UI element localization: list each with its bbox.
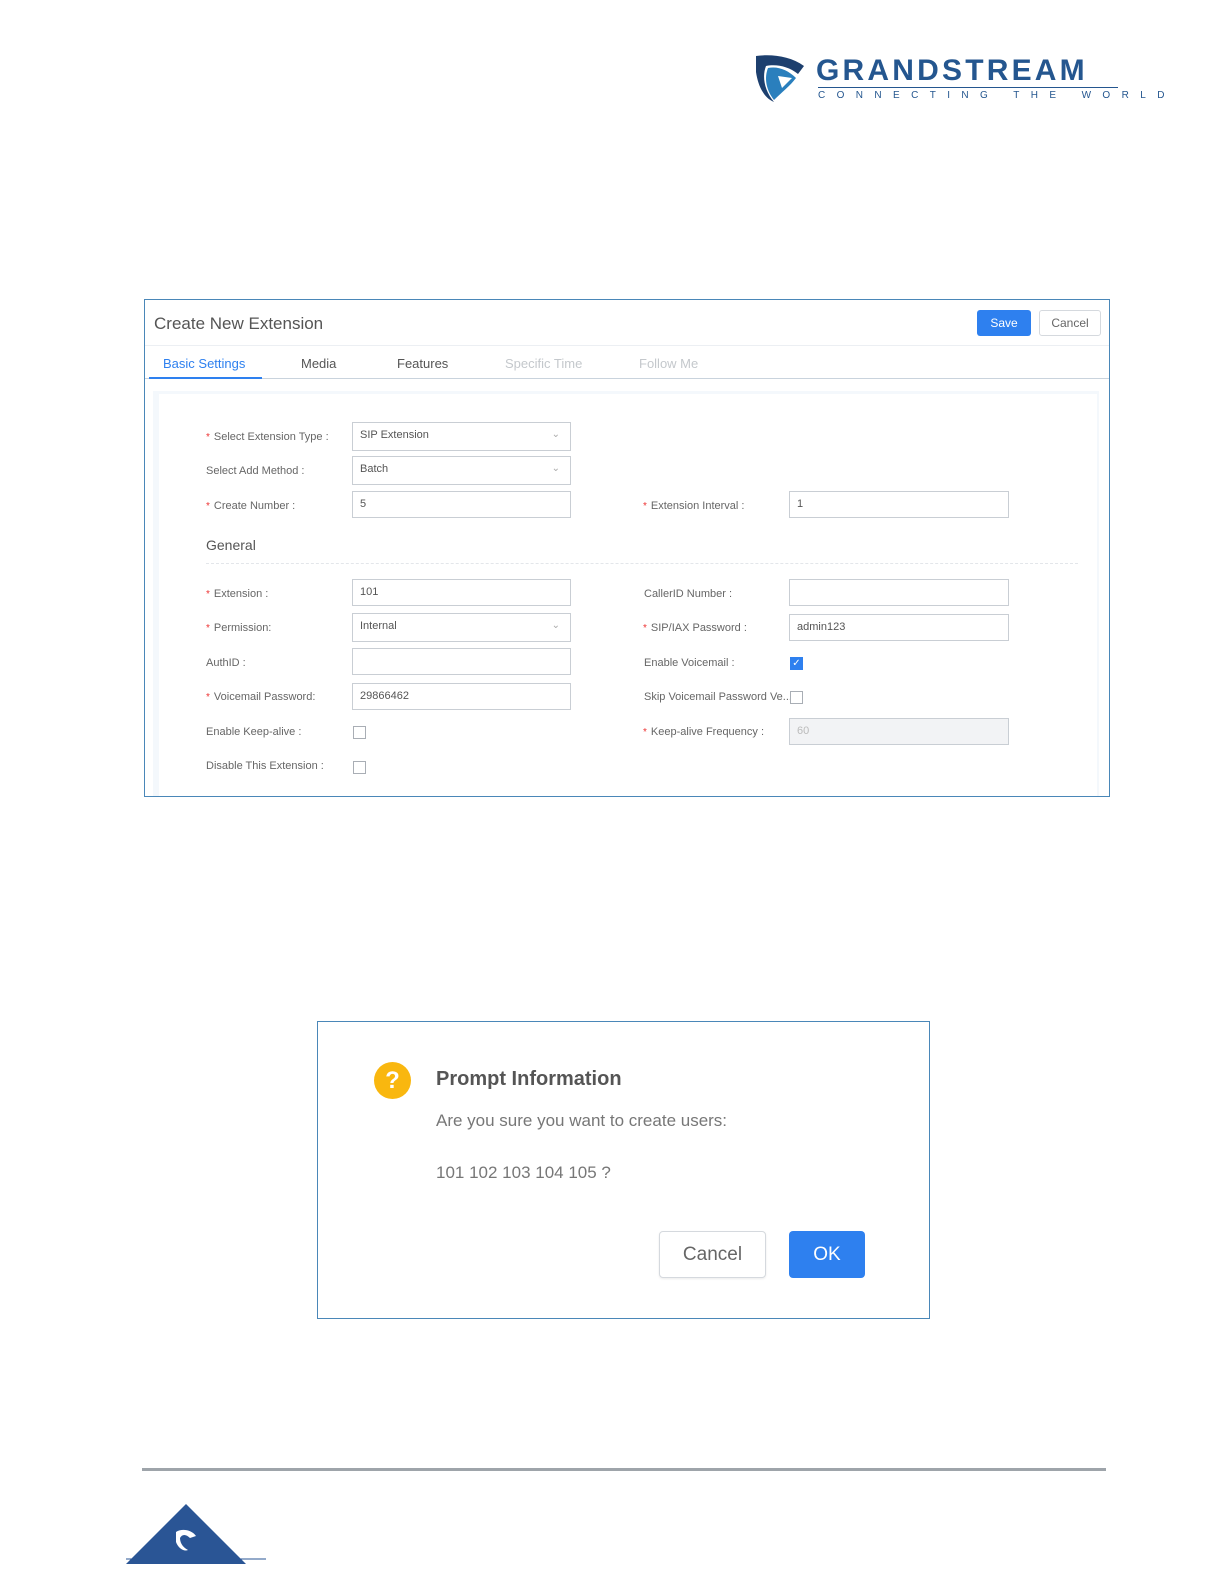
save-button[interactable]: Save xyxy=(977,310,1031,336)
skip-voicemail-password-label: Skip Voicemail Password Ve... xyxy=(644,691,792,703)
chevron-down-icon: ⌄ xyxy=(551,429,560,440)
grandstream-emblem-icon xyxy=(756,55,804,102)
enable-voicemail-checkbox[interactable]: ✓ xyxy=(790,657,803,670)
sip-password-label: * SIP/IAX Password : xyxy=(643,622,747,634)
add-method-label: Select Add Method : xyxy=(206,465,305,477)
logo-wordmark: GRANDSTREAM xyxy=(816,54,1088,87)
extension-type-label: * Select Extension Type : xyxy=(206,431,329,443)
chevron-down-icon: ⌄ xyxy=(551,620,560,631)
enable-voicemail-label: Enable Voicemail : xyxy=(644,657,735,669)
grandstream-logo: GRANDSTREAM CONNECTING THE WORLD xyxy=(754,52,1164,112)
disable-extension-checkbox[interactable] xyxy=(353,761,366,774)
tab-features[interactable]: Features xyxy=(397,356,448,371)
panel-title: Create New Extension xyxy=(154,314,324,333)
create-extension-panel: Create New Extension Save Cancel Basic S… xyxy=(144,299,1110,797)
keepalive-frequency-label: * Keep-alive Frequency : xyxy=(643,726,765,738)
add-method-select[interactable]: Batch ⌄ xyxy=(352,456,571,485)
active-tab-indicator xyxy=(149,377,262,379)
extension-interval-input[interactable]: 1 xyxy=(789,491,1009,518)
required-mark: * xyxy=(206,501,210,512)
sip-password-input[interactable]: admin123 xyxy=(789,614,1009,641)
authid-input[interactable] xyxy=(352,648,571,675)
panel-header: Create New Extension Save Cancel xyxy=(145,300,1109,346)
logo-tagline: CONNECTING THE WORLD xyxy=(818,90,1176,101)
form-body: * Select Extension Type : SIP Extension ⌄… xyxy=(159,394,1097,796)
permission-label: * Permission: xyxy=(206,622,272,634)
callerid-number-label: CallerID Number : xyxy=(644,588,733,600)
footer-logo-mark xyxy=(126,1504,266,1584)
disable-extension-label: Disable This Extension : xyxy=(206,760,324,772)
extension-type-select[interactable]: SIP Extension ⌄ xyxy=(352,422,571,451)
create-number-label: * Create Number : xyxy=(206,500,296,512)
enable-keepalive-checkbox[interactable] xyxy=(353,726,366,739)
required-mark: * xyxy=(206,692,210,703)
grandstream-triangle-icon xyxy=(126,1504,266,1564)
logo-rule xyxy=(818,87,1118,88)
required-mark: * xyxy=(643,501,647,512)
prompt-ok-button[interactable]: OK xyxy=(789,1231,865,1278)
tab-bar: Basic Settings Media Features Specific T… xyxy=(145,346,1109,379)
section-divider xyxy=(206,563,1078,564)
question-icon: ? xyxy=(374,1062,411,1099)
tab-media[interactable]: Media xyxy=(301,356,336,371)
authid-label: AuthID : xyxy=(206,657,246,669)
required-mark: * xyxy=(643,727,647,738)
extension-interval-label: * Extension Interval : xyxy=(643,500,745,512)
required-mark: * xyxy=(206,432,210,443)
create-number-input[interactable]: 5 xyxy=(352,491,571,518)
keepalive-frequency-input: 60 xyxy=(789,718,1009,745)
cancel-button[interactable]: Cancel xyxy=(1039,310,1101,336)
tab-specific-time[interactable]: Specific Time xyxy=(505,356,582,371)
general-section-title: General xyxy=(206,537,256,553)
required-mark: * xyxy=(206,623,210,634)
footer-divider xyxy=(142,1468,1106,1471)
enable-keepalive-label: Enable Keep-alive : xyxy=(206,726,302,738)
extension-input[interactable]: 101 xyxy=(352,579,571,606)
permission-select[interactable]: Internal ⌄ xyxy=(352,613,571,642)
prompt-title: Prompt Information xyxy=(436,1068,622,1090)
tab-basic-settings[interactable]: Basic Settings xyxy=(163,356,245,371)
tab-follow-me[interactable]: Follow Me xyxy=(639,356,698,371)
prompt-cancel-button[interactable]: Cancel xyxy=(659,1231,766,1278)
voicemail-password-label: * Voicemail Password: xyxy=(206,691,316,703)
required-mark: * xyxy=(643,623,647,634)
required-mark: * xyxy=(206,589,210,600)
skip-voicemail-password-checkbox[interactable] xyxy=(790,691,803,704)
voicemail-password-input[interactable]: 29866462 xyxy=(352,683,571,710)
prompt-message: Are you sure you want to create users: xyxy=(436,1111,728,1130)
extension-label: * Extension : xyxy=(206,588,269,600)
chevron-down-icon: ⌄ xyxy=(551,463,560,474)
prompt-dialog: ? Prompt Information Are you sure you wa… xyxy=(317,1021,930,1319)
prompt-user-list: 101 102 103 104 105 ? xyxy=(436,1163,611,1182)
callerid-number-input[interactable] xyxy=(789,579,1009,606)
